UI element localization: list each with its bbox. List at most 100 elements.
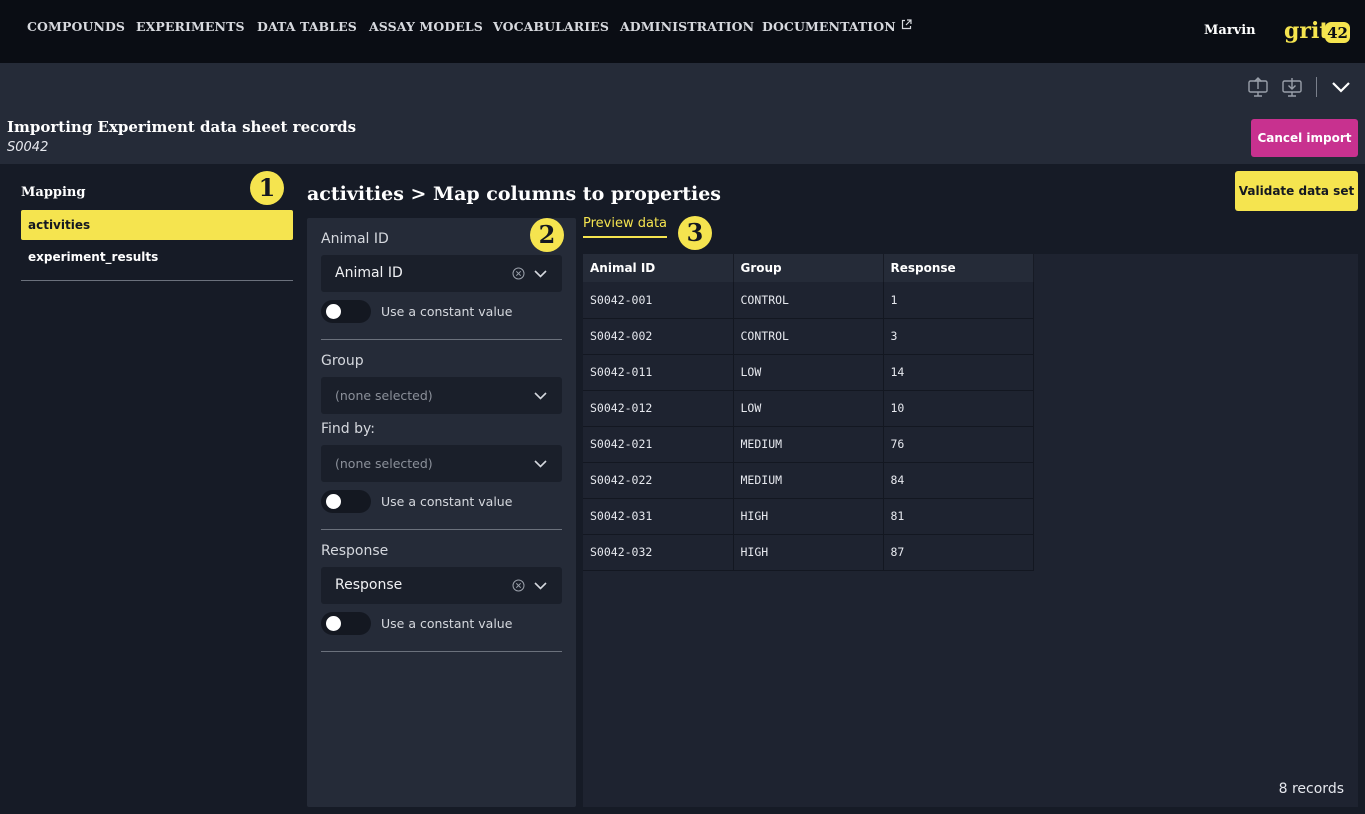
animal-id-select-value: Animal ID: [335, 265, 403, 281]
sidebar-title: Mapping: [21, 185, 86, 200]
column-header-response[interactable]: Response: [883, 254, 1034, 282]
preview-table: Animal ID Group Response S0042-001 CONTR…: [583, 254, 1034, 571]
page-header: [0, 63, 1365, 164]
preview-grid-body-empty: [583, 570, 1033, 773]
table-row: S0042-032 HIGH 87: [583, 534, 1034, 571]
nav-assay-models[interactable]: ASSAY MODELS: [369, 19, 483, 34]
table-cell: S0042-011: [583, 354, 734, 391]
nav-documentation[interactable]: DOCUMENTATION: [762, 19, 912, 34]
toggle-label-animal-id: Use a constant value: [381, 304, 513, 319]
table-cell: 3: [883, 318, 1034, 355]
tab-preview-data[interactable]: Preview data: [583, 216, 668, 238]
table-cell: HIGH: [733, 498, 884, 535]
field-label-group: Group: [321, 353, 364, 369]
clear-icon[interactable]: [512, 267, 525, 280]
page-subtitle: S0042: [7, 140, 49, 155]
toggle-label-group: Use a constant value: [381, 494, 513, 509]
table-cell: 84: [883, 462, 1034, 499]
download-icon[interactable]: [1281, 76, 1303, 98]
table-cell: S0042-002: [583, 318, 734, 355]
chevron-down-icon[interactable]: [1330, 76, 1352, 98]
sidebar-item-activities[interactable]: activities: [21, 210, 293, 240]
table-cell: MEDIUM: [733, 426, 884, 463]
table-row: S0042-002 CONTROL 3: [583, 318, 1034, 355]
table-cell: MEDIUM: [733, 462, 884, 499]
step-badge-3: 3: [678, 216, 712, 250]
nav-data-tables[interactable]: DATA TABLES: [257, 19, 357, 34]
toggle-label-response: Use a constant value: [381, 616, 513, 631]
nav-vocabularies[interactable]: VOCABULARIES: [493, 19, 609, 34]
field-divider: [321, 339, 562, 340]
toggle-knob: [326, 304, 341, 319]
response-select-value: Response: [335, 577, 403, 593]
response-select[interactable]: Response: [321, 567, 562, 604]
page-title: Importing Experiment data sheet records: [7, 118, 357, 136]
step-badge-1: 1: [250, 171, 284, 205]
table-row: S0042-022 MEDIUM 84: [583, 462, 1034, 499]
table-cell: LOW: [733, 390, 884, 427]
clear-icon[interactable]: [512, 579, 525, 592]
column-header-group[interactable]: Group: [733, 254, 884, 282]
table-row: S0042-001 CONTROL 1: [583, 282, 1034, 319]
nav-compounds[interactable]: COMPOUNDS: [27, 19, 125, 34]
logo-number: 42: [1327, 24, 1348, 42]
constant-value-toggle-animal-id[interactable]: [321, 300, 371, 323]
find-by-select[interactable]: (none selected): [321, 445, 562, 482]
cancel-import-button[interactable]: Cancel import: [1251, 119, 1358, 157]
field-divider: [321, 651, 562, 652]
column-header-animal-id[interactable]: Animal ID: [583, 254, 734, 282]
upload-icon[interactable]: [1247, 76, 1269, 98]
chevron-down-icon[interactable]: [533, 389, 548, 402]
toggle-knob: [326, 494, 341, 509]
toolbar-divider: [1316, 77, 1317, 97]
table-cell: HIGH: [733, 534, 884, 571]
chevron-down-icon[interactable]: [533, 457, 548, 470]
table-cell: S0042-001: [583, 282, 734, 319]
external-link-icon: [901, 19, 912, 30]
table-row: S0042-012 LOW 10: [583, 390, 1034, 427]
nav-documentation-label: DOCUMENTATION: [762, 19, 896, 34]
table-row: S0042-011 LOW 14: [583, 354, 1034, 391]
constant-value-toggle-group[interactable]: [321, 490, 371, 513]
main-title: activities > Map columns to properties: [307, 183, 722, 205]
field-label-response: Response: [321, 543, 389, 559]
table-cell: LOW: [733, 354, 884, 391]
preview-grid-footer: 8 records: [583, 773, 1358, 807]
table-cell: 10: [883, 390, 1034, 427]
table-row: S0042-021 MEDIUM 76: [583, 426, 1034, 463]
chevron-down-icon[interactable]: [533, 267, 548, 280]
animal-id-select[interactable]: Animal ID: [321, 255, 562, 292]
field-divider: [321, 529, 562, 530]
group-select-value: (none selected): [335, 388, 433, 403]
grit42-logo[interactable]: grit 42: [1283, 16, 1351, 46]
logo-text: grit: [1284, 18, 1330, 44]
top-nav: COMPOUNDS EXPERIMENTS DATA TABLES ASSAY …: [0, 0, 1365, 63]
preview-grid-empty-area: [1033, 254, 1358, 773]
toggle-knob: [326, 616, 341, 631]
table-cell: 81: [883, 498, 1034, 535]
table-cell: S0042-022: [583, 462, 734, 499]
nav-experiments[interactable]: EXPERIMENTS: [136, 19, 245, 34]
constant-value-toggle-response[interactable]: [321, 612, 371, 635]
field-label-animal-id: Animal ID: [321, 231, 389, 247]
sidebar-divider: [21, 280, 293, 281]
table-cell: 14: [883, 354, 1034, 391]
table-cell: S0042-032: [583, 534, 734, 571]
table-row: S0042-031 HIGH 81: [583, 498, 1034, 535]
group-select[interactable]: (none selected): [321, 377, 562, 414]
table-cell: CONTROL: [733, 318, 884, 355]
sidebar-item-experiment-results[interactable]: experiment_results: [21, 242, 293, 272]
table-cell: 76: [883, 426, 1034, 463]
table-cell: S0042-021: [583, 426, 734, 463]
chevron-down-icon[interactable]: [533, 579, 548, 592]
nav-administration[interactable]: ADMINISTRATION: [620, 19, 754, 34]
table-cell: 1: [883, 282, 1034, 319]
find-by-select-value: (none selected): [335, 456, 433, 471]
table-cell: S0042-031: [583, 498, 734, 535]
step-badge-2: 2: [530, 218, 564, 252]
user-menu[interactable]: Marvin: [1204, 23, 1256, 38]
find-by-label: Find by:: [321, 421, 376, 437]
table-cell: S0042-012: [583, 390, 734, 427]
validate-data-set-button[interactable]: Validate data set: [1235, 171, 1358, 211]
record-count: 8 records: [1278, 781, 1344, 797]
